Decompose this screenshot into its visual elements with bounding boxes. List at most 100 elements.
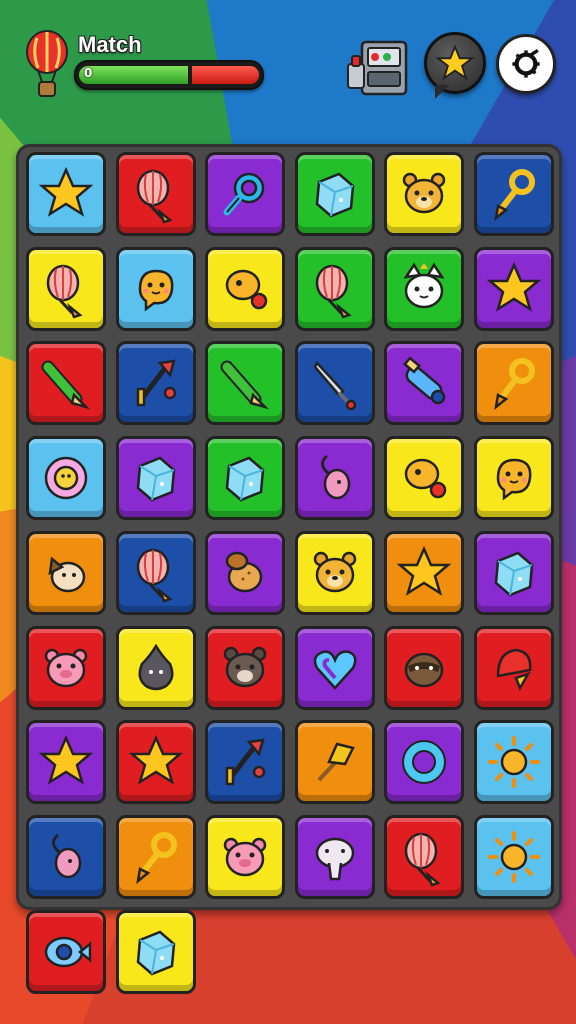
- tile-r5-c1[interactable]: [26, 530, 106, 615]
- tile-r4-c1[interactable]: [26, 436, 106, 521]
- tile-r1-c2[interactable]: [115, 152, 196, 236]
- tile-r2-c1[interactable]: [26, 246, 106, 331]
- fish-icon: [44, 936, 92, 967]
- blob-icon: [138, 643, 173, 690]
- ice-cube-icon: [315, 172, 354, 218]
- tile-r4-c5[interactable]: [384, 436, 464, 521]
- bread-icon: [225, 551, 263, 593]
- tile-r1-c1[interactable]: [26, 152, 106, 236]
- tile-r6-c4[interactable]: [294, 625, 375, 710]
- tile-r8-c4[interactable]: [294, 814, 375, 899]
- tools-icon: [225, 738, 266, 786]
- bear-dark-icon: [223, 646, 267, 687]
- heart-icon: [313, 649, 356, 690]
- tile-r2-c2[interactable]: [115, 246, 196, 331]
- machine-icon[interactable]: [344, 38, 410, 98]
- hot-air-balloon-icon: [24, 30, 70, 102]
- sun-icon: [487, 736, 540, 789]
- tile-r6-c2[interactable]: [115, 625, 196, 710]
- mouse-icon: [52, 833, 82, 879]
- tile-r8-c5[interactable]: [384, 814, 464, 899]
- hook-icon: [135, 831, 177, 884]
- tile-r3-c2[interactable]: [115, 341, 196, 426]
- star-icon: [38, 166, 94, 217]
- hook-icon: [493, 358, 535, 411]
- pencil-icon: [41, 360, 91, 410]
- chick-icon: [496, 458, 531, 501]
- tile-r5-c5[interactable]: [384, 530, 464, 615]
- dagger-icon: [313, 361, 356, 411]
- star-icon: [486, 261, 541, 312]
- chick-ball-icon: [225, 269, 268, 309]
- tile-r6-c6[interactable]: [473, 625, 554, 710]
- tile-r9-c1[interactable]: [26, 909, 106, 994]
- tile-r8-c3[interactable]: [205, 814, 285, 899]
- bell-icon: [496, 648, 531, 691]
- alien-icon: [315, 837, 354, 881]
- tile-r5-c6[interactable]: [473, 530, 554, 615]
- tile-r5-c2[interactable]: [115, 530, 196, 615]
- tile-r8-c1[interactable]: [26, 814, 106, 899]
- star-icon: [396, 545, 452, 596]
- tile-r2-c5[interactable]: [384, 246, 464, 331]
- tile-r6-c3[interactable]: [205, 625, 285, 710]
- tile-r1-c3[interactable]: [205, 152, 285, 236]
- tile-r5-c4[interactable]: [294, 530, 375, 615]
- balloon-icon: [404, 832, 441, 887]
- tile-r3-c3[interactable]: [205, 341, 285, 426]
- tile-r7-c3[interactable]: [205, 720, 285, 805]
- tile-r3-c4[interactable]: [294, 341, 375, 426]
- star-icon: [38, 735, 94, 785]
- tile-r9-c2[interactable]: [115, 909, 196, 994]
- chick-ball-icon: [404, 458, 447, 499]
- tile-r7-c6[interactable]: [473, 720, 554, 805]
- tile-r3-c6[interactable]: [473, 341, 554, 426]
- tile-r4-c4[interactable]: [294, 436, 375, 521]
- dog-icon: [48, 556, 86, 593]
- tile-r4-c6[interactable]: [473, 436, 554, 521]
- mouse-icon: [320, 454, 350, 500]
- tile-r3-c1[interactable]: [26, 341, 106, 426]
- ice-cube-icon: [494, 551, 533, 597]
- settings-button[interactable]: [496, 34, 556, 94]
- tile-r1-c4[interactable]: [294, 152, 375, 236]
- game-title: Match: [78, 32, 142, 57]
- balloon-icon: [136, 169, 173, 224]
- progress-label: 0: [84, 66, 93, 80]
- raccoon-icon: [404, 652, 444, 687]
- tile-r6-c5[interactable]: [384, 625, 464, 710]
- tile-r4-c3[interactable]: [205, 436, 285, 521]
- pencil-icon: [220, 360, 270, 410]
- tile-r2-c6[interactable]: [473, 246, 554, 331]
- hook-icon: [493, 169, 535, 222]
- tile-r8-c6[interactable]: [473, 814, 554, 899]
- tile-r7-c2[interactable]: [115, 720, 196, 805]
- progress-remaining: [192, 66, 259, 84]
- chick-icon: [138, 269, 173, 312]
- tile-r1-c5[interactable]: [384, 152, 464, 236]
- tile-r5-c3[interactable]: [205, 530, 285, 615]
- tile-r6-c1[interactable]: [26, 625, 106, 710]
- tile-r1-c6[interactable]: [473, 152, 554, 236]
- tile-r7-c5[interactable]: [384, 720, 464, 805]
- ice-cube-icon: [225, 456, 265, 502]
- tile-r3-c5[interactable]: [384, 341, 464, 426]
- tile-r4-c2[interactable]: [115, 436, 196, 521]
- ring-icon: [402, 740, 446, 785]
- star-icon: [436, 44, 474, 81]
- tile-r7-c1[interactable]: [26, 720, 106, 805]
- game-board: [16, 144, 562, 994]
- settings-icon: [512, 48, 540, 78]
- cat-icon: [403, 262, 445, 308]
- sun-icon: [487, 830, 540, 883]
- pig-icon: [44, 648, 88, 687]
- tools-icon: [136, 359, 176, 407]
- sunflower-icon: [44, 456, 88, 500]
- tile-r7-c4[interactable]: [294, 720, 375, 805]
- tile-r2-c4[interactable]: [294, 246, 375, 331]
- tile-r8-c2[interactable]: [115, 814, 196, 899]
- star-button[interactable]: [424, 32, 486, 94]
- tile-r2-c3[interactable]: [205, 246, 285, 331]
- ice-cube-icon: [136, 456, 175, 502]
- progress-bar: 0: [74, 60, 264, 90]
